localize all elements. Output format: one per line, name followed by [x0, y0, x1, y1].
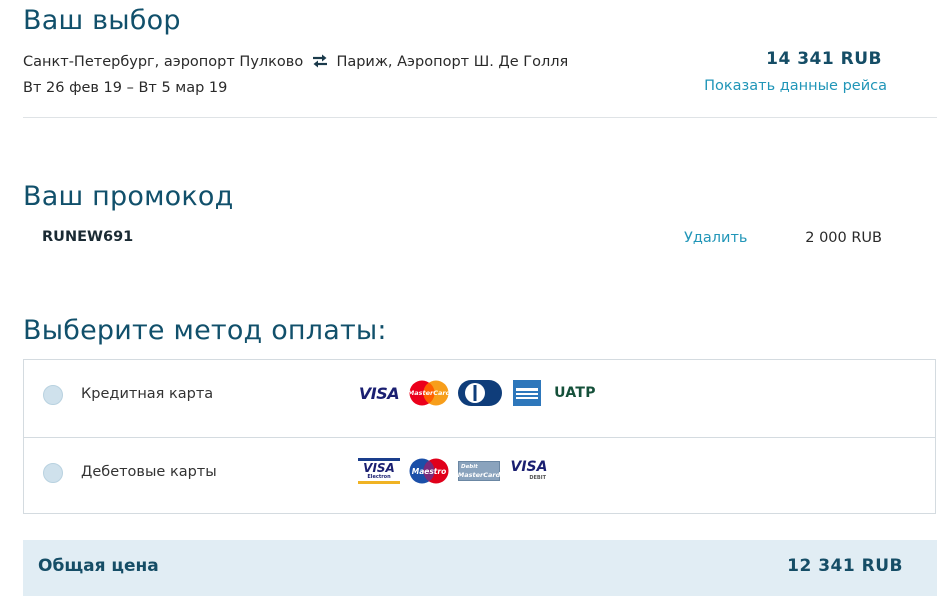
credit-card-logos: VISA MasterCard UATP — [358, 378, 598, 408]
trip-dates: Вт 26 фев 19 – Вт 5 мар 19 — [23, 80, 228, 96]
debit-card-logos: VISA Electron Maestro Debit MasterCard V… — [358, 456, 550, 486]
diners-club-logo-icon — [458, 380, 502, 406]
debit-mastercard-logo-icon: Debit MasterCard — [458, 461, 500, 481]
promo-heading: Ваш промокод — [23, 181, 234, 212]
debit-card-radio[interactable] — [43, 463, 63, 483]
american-express-logo-icon — [510, 380, 544, 406]
route-to: Париж, Аэропорт Ш. Де Голля — [336, 54, 569, 70]
payment-option-credit[interactable]: Кредитная карта VISA MasterCard UATP — [24, 360, 935, 437]
payment-option-label: Дебетовые карты — [81, 464, 217, 480]
payment-option-label: Кредитная карта — [81, 386, 214, 402]
payment-heading: Выберите метод оплаты: — [23, 315, 387, 346]
total-price-bar: Общая цена 12 341 RUB — [23, 540, 937, 596]
visa-logo-icon: VISA — [358, 383, 400, 403]
credit-card-radio[interactable] — [43, 385, 63, 405]
uatp-logo-icon: UATP — [554, 385, 596, 401]
promo-discount: 2 000 RUB — [805, 230, 882, 246]
total-label: Общая цена — [38, 556, 159, 576]
payment-methods: Кредитная карта VISA MasterCard UATP Деб… — [23, 359, 936, 514]
payment-option-debit[interactable]: Дебетовые карты VISA Electron Maestro De… — [24, 437, 935, 515]
show-flight-details-link[interactable]: Показать данные рейса — [704, 78, 887, 94]
roundtrip-arrows-icon — [312, 54, 328, 72]
visa-debit-logo-icon: VISA DEBIT — [510, 459, 548, 482]
mastercard-logo-icon: MasterCard — [408, 380, 450, 406]
route-line: Санкт-Петербург, аэропорт Пулково Париж,… — [23, 54, 568, 72]
maestro-logo-icon: Maestro — [408, 458, 450, 484]
visa-electron-logo-icon: VISA Electron — [358, 458, 400, 484]
promo-code: RUNEW691 — [42, 229, 134, 245]
route-from: Санкт-Петербург, аэропорт Пулково — [23, 54, 304, 70]
promo-remove-link[interactable]: Удалить — [684, 230, 747, 246]
section-divider — [23, 117, 937, 118]
choice-heading: Ваш выбор — [23, 5, 181, 36]
total-price: 12 341 RUB — [787, 556, 903, 576]
choice-price: 14 341 RUB — [766, 49, 882, 69]
